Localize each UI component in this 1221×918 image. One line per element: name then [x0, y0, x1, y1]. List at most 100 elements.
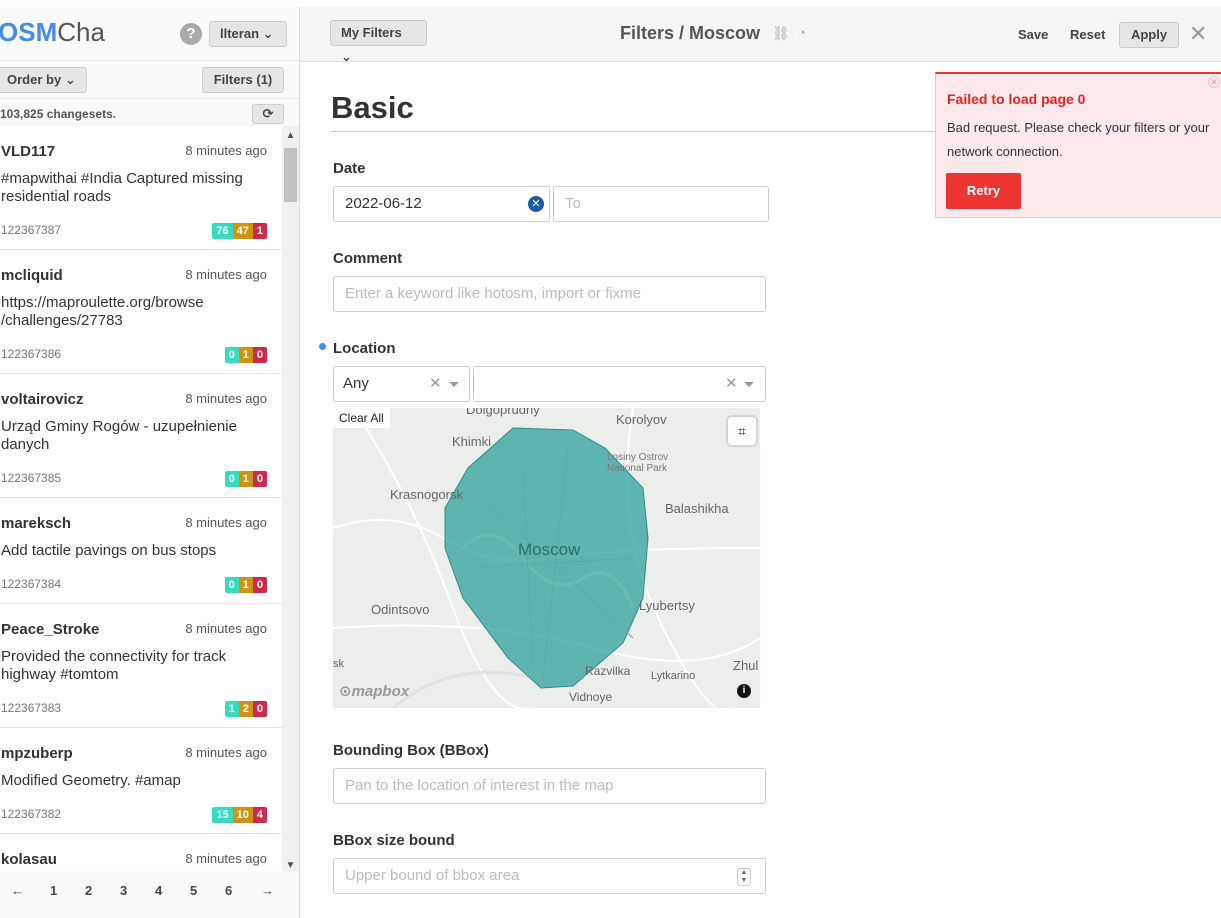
location-label: Location — [333, 340, 396, 357]
rss-icon[interactable]: ◔ — [798, 25, 806, 40]
bbox-size-placeholder: Upper bound of bbox area — [345, 867, 520, 884]
section-title: Basic — [331, 90, 414, 125]
chevron-down-icon: ⌄ — [262, 26, 274, 41]
place-moscow: Moscow — [518, 540, 581, 559]
item-time: 8 minutes ago — [185, 851, 267, 866]
bbox-size-input[interactable]: Upper bound of bbox area ▲ ▼ — [333, 858, 766, 894]
list-item[interactable]: mpzuberp 8 minutes ago Modified Geometry… — [0, 728, 282, 834]
user-menu-button[interactable]: llteran ⌄ — [209, 21, 287, 47]
create-count: 0 — [224, 347, 239, 363]
item-badges: 76 47 1 — [212, 223, 267, 239]
item-user: mpzuberp — [1, 745, 73, 762]
item-badges: 010 — [224, 347, 267, 363]
modify-count: 10 — [232, 807, 253, 823]
item-user: mcliquid — [1, 267, 63, 284]
list-item[interactable]: mcliquid 8 minutes ago https://maproulet… — [0, 250, 282, 374]
date-to-input[interactable]: To — [553, 186, 769, 222]
order-row: Order by ⌄ Filters (1) — [0, 61, 299, 99]
date-from-input[interactable]: 2022-06-12 ✕ — [333, 186, 550, 222]
chevron-down-icon: ⌄ — [64, 72, 76, 87]
item-comment: Modified Geometry. #amap — [1, 772, 181, 789]
apply-button[interactable]: Apply — [1119, 22, 1179, 48]
scroll-thumb[interactable] — [284, 148, 297, 202]
create-count: 15 — [212, 807, 233, 823]
info-icon[interactable]: i — [737, 684, 751, 698]
item-badges: 120 — [224, 701, 267, 717]
filters-header: My Filters ⌄ Filters / Moscow ⛓ ◔ Save R… — [300, 7, 1221, 64]
draw-polygon-icon[interactable]: ⌗ — [728, 417, 756, 445]
location-mode-select[interactable]: Any ✕ — [333, 366, 470, 402]
reset-button[interactable]: Reset — [1070, 27, 1105, 42]
item-comment: Provided the connectivity for track high… — [1, 648, 227, 683]
item-time: 8 minutes ago — [185, 515, 267, 530]
item-time: 8 minutes ago — [185, 267, 267, 282]
top-strip — [0, 0, 1221, 7]
delete-count: 0 — [252, 577, 267, 593]
list-item[interactable]: mareksch 8 minutes ago Add tactile pavin… — [0, 498, 282, 604]
retry-button[interactable]: Retry — [946, 173, 1021, 209]
close-icon[interactable]: ✕ — [1189, 21, 1207, 47]
item-user: Peace_Stroke — [1, 621, 100, 638]
delete-count: 0 — [252, 347, 267, 363]
clear-icon[interactable]: ✕ — [725, 367, 738, 401]
modify-count: 2 — [238, 701, 253, 717]
place-razvilka: Razvilka — [585, 664, 631, 678]
list-item[interactable]: Peace_Stroke 8 minutes ago Provided the … — [0, 604, 282, 728]
location-map[interactable]: Clear All ⌗ Dolgoprudny Korolyov Khimki … — [333, 408, 760, 708]
bbox-input[interactable]: Pan to the location of interest in the m… — [333, 768, 766, 804]
modify-count: 1 — [238, 471, 253, 487]
next-page-icon[interactable]: → — [261, 883, 274, 898]
list-item[interactable]: VLD117 8 minutes ago #mapwithai #India C… — [0, 126, 282, 250]
date-label: Date — [333, 160, 366, 177]
prev-page-icon[interactable]: ← — [11, 883, 24, 898]
map-clear-all-button[interactable]: Clear All — [333, 408, 390, 428]
save-button[interactable]: Save — [1018, 27, 1048, 42]
app-logo[interactable]: OSMCha — [0, 17, 105, 48]
chevron-down-icon[interactable] — [449, 382, 459, 387]
item-id: 122367387 — [1, 223, 62, 237]
order-by-button[interactable]: Order by ⌄ — [0, 67, 87, 93]
list-item[interactable]: voltairovicz 8 minutes ago Urząd Gminy R… — [0, 374, 282, 498]
page-4-link[interactable]: 4 — [155, 883, 162, 898]
item-comment: #mapwithai #India Captured missing resid… — [1, 170, 243, 205]
item-comment: Add tactile pavings on bus stops — [1, 542, 217, 559]
delete-count: 0 — [252, 701, 267, 717]
my-filters-button[interactable]: My Filters ⌄ — [330, 20, 427, 64]
page-5-link[interactable]: 5 — [190, 883, 197, 898]
item-time: 8 minutes ago — [185, 745, 267, 760]
chevron-down-icon[interactable] — [744, 382, 754, 387]
bbox-placeholder: Pan to the location of interest in the m… — [345, 777, 614, 794]
item-time: 8 minutes ago — [185, 391, 267, 406]
item-comment: https://maproulette.org/browse /challeng… — [1, 294, 204, 329]
item-user: kolasau — [1, 851, 57, 868]
scroll-down-icon[interactable]: ▼ — [282, 860, 299, 871]
page-2-link[interactable]: 2 — [85, 883, 92, 898]
page-3-link[interactable]: 3 — [120, 883, 127, 898]
item-time: 8 minutes ago — [185, 143, 267, 158]
scroll-up-icon[interactable]: ▲ — [282, 130, 299, 141]
comment-input[interactable]: Enter a keyword like hotosm, import or f… — [333, 276, 766, 312]
page-6-link[interactable]: 6 — [225, 883, 232, 898]
clear-icon[interactable]: ✕ — [429, 367, 442, 401]
location-area-select[interactable]: ✕ — [473, 366, 766, 402]
clear-date-icon[interactable]: ✕ — [528, 196, 544, 212]
page-1-link[interactable]: 1 — [50, 883, 57, 898]
place-zhul: Zhul — [733, 658, 759, 673]
number-stepper-icon[interactable]: ▲ ▼ — [737, 868, 751, 886]
place-balashikha: Balashikha — [665, 501, 729, 516]
toast-title: Failed to load page 0 — [947, 91, 1086, 107]
bbox-label: Bounding Box (BBox) — [333, 742, 489, 759]
filters-button[interactable]: Filters (1) — [202, 67, 284, 93]
mapbox-logo[interactable]: ⊙mapbox — [339, 682, 409, 700]
close-icon[interactable]: ✕ — [1208, 76, 1220, 88]
place-odintsovo: Odintsovo — [371, 602, 430, 617]
item-badges: 15 10 4 — [212, 807, 267, 823]
create-count: 0 — [224, 471, 239, 487]
refresh-icon[interactable]: ⟳ — [252, 104, 284, 124]
place-losiny-ostrov: Losiny Ostrov National Park — [607, 452, 669, 474]
list-item[interactable]: kolasau 8 minutes ago — [0, 834, 282, 871]
list-scrollbar[interactable]: ▲ ▼ — [282, 126, 299, 871]
item-user: mareksch — [1, 515, 72, 532]
link-icon[interactable]: ⛓ — [772, 25, 790, 42]
help-icon[interactable]: ? — [180, 23, 202, 45]
